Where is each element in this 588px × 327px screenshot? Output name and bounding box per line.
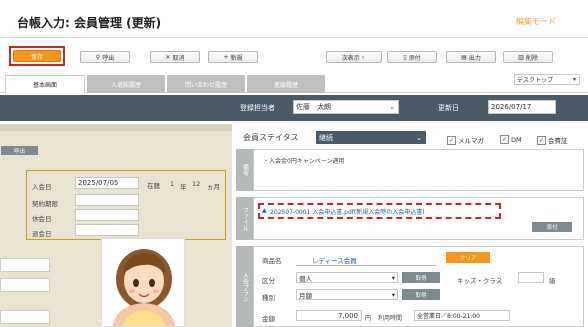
new-button[interactable]: + 新規 (208, 51, 258, 63)
attach-button[interactable]: 添付 (532, 222, 572, 232)
plan-side-label: 入会プラン (236, 246, 253, 327)
category-acquire-button[interactable]: 取得 (402, 272, 440, 283)
time-field[interactable]: 全営業日／8:00-21:00 (414, 310, 510, 321)
type-acquire-button[interactable]: 取得 (402, 289, 440, 300)
file-link[interactable]: 202507-0001 入会申込書.pdf(新規入会時の入会申込書) (270, 207, 425, 216)
file-icon: ▲ (262, 207, 267, 214)
next-button[interactable]: 次表示 › (326, 51, 382, 63)
yen-unit: 円 (365, 315, 372, 322)
chevron-down-icon: ⌄ (416, 133, 422, 142)
withdraw-field[interactable] (75, 224, 139, 236)
chevron-down-icon: ▾ (391, 273, 395, 282)
contract-label: 契約期限 (32, 200, 58, 208)
page-title: 台帳入力: 会員管理 (更新) (17, 16, 162, 30)
clear-button[interactable]: クリア (446, 252, 490, 263)
tab-inquiry-history[interactable]: 問い合わせ履歴 (167, 75, 245, 93)
clip-icon: ▯ (403, 53, 407, 61)
check-icon: ✓ (447, 135, 456, 145)
kids-class-unit: 級 (549, 277, 556, 285)
close-icon: ✕ (165, 53, 171, 61)
status-label: 会員ステイタス (243, 133, 299, 142)
call-badge[interactable]: 呼出 (1, 146, 38, 155)
year-unit: 年 (180, 183, 187, 191)
type-label: 種別 (262, 294, 275, 302)
kids-class-field[interactable] (518, 272, 544, 283)
month-unit: ヵ月 (207, 183, 220, 191)
product-underline (296, 265, 436, 266)
save-highlight (9, 46, 65, 66)
type-select[interactable]: 月額 ▾ (296, 289, 398, 300)
tenure-months: 12 (192, 180, 201, 188)
tab-promotion-history[interactable]: 進級履歴 (247, 75, 325, 93)
search-icon: ⚲ (95, 53, 101, 61)
avatar (112, 249, 176, 326)
check-icon: ✓ (537, 135, 546, 145)
plus-icon: + (223, 53, 229, 61)
chevron-down-icon: ⌄ (389, 103, 395, 111)
product-label: 商品名 (262, 257, 282, 265)
staff-label: 登録担当者 (240, 104, 275, 112)
update-date-label: 更新日 (438, 104, 459, 112)
cancel-button[interactable]: ✕ 取消 (150, 51, 200, 63)
delete-button[interactable]: ▥ 削除 (503, 51, 553, 63)
staff-select[interactable]: 佐藤 太朗 ⌄ (293, 100, 399, 114)
chevron-down-icon: ▾ (391, 290, 395, 299)
remarks-side-label: 備考 (236, 149, 253, 191)
fee-cert-checkbox[interactable]: ✓ 会費証 (537, 135, 568, 145)
left-panel-header (0, 124, 232, 131)
chevron-down-icon: ▾ (572, 76, 576, 83)
tab-entry-history[interactable]: 入退館履歴 (87, 75, 165, 93)
trash-icon: ▥ (518, 53, 524, 61)
printer-icon: ▤ (461, 53, 467, 61)
join-date-field[interactable]: 2025/07/05 (75, 177, 139, 189)
mailmag-checkbox[interactable]: ✓ メルマガ (447, 135, 484, 145)
tab-basic[interactable]: 基本画面 (5, 75, 85, 93)
amount-field[interactable]: 7,000 (296, 310, 362, 321)
check-icon: ✓ (500, 135, 509, 144)
output-button[interactable]: ▤ 出力 (446, 51, 496, 63)
leave-label: 休会日 (32, 215, 52, 223)
call-button[interactable]: ⚲ 呼出 (80, 51, 130, 63)
update-date-field[interactable]: 2026/07/17 (488, 100, 556, 114)
kids-class-label: キッズ・クラス (457, 277, 503, 285)
status-select[interactable]: 継続 ⌄ (316, 131, 426, 144)
side-field-1[interactable] (0, 258, 50, 272)
category-label: 区分 (262, 277, 275, 285)
tenure-label: 在籍 (147, 182, 160, 190)
header-divider (0, 37, 588, 38)
contract-field[interactable] (75, 194, 139, 206)
member-photo (101, 238, 185, 327)
join-date-label: 入会日 (32, 183, 52, 191)
withdraw-label: 退会日 (32, 230, 52, 238)
file-side-label: ファイル (236, 197, 253, 240)
attachment-button[interactable]: ▯ 添付 (387, 51, 437, 63)
leave-field[interactable] (75, 209, 139, 221)
dm-checkbox[interactable]: ✓ DM (500, 135, 522, 144)
time-label: 利用時間 (378, 315, 403, 322)
product-value: レディース会員 (312, 257, 357, 265)
amount-label: 金額 (262, 315, 275, 323)
device-select[interactable]: デスクトップ ▾ (514, 74, 580, 85)
category-select[interactable]: 個人 ▾ (296, 272, 398, 283)
tenure-years: 1 (170, 180, 175, 188)
chevron-right-icon: › (361, 53, 365, 61)
side-field-3[interactable] (0, 310, 50, 324)
edit-mode-label: 編集モード (516, 17, 556, 26)
side-field-2[interactable] (0, 278, 50, 292)
remarks-text: ・入会金0円キャンペーン適用 (263, 158, 345, 165)
